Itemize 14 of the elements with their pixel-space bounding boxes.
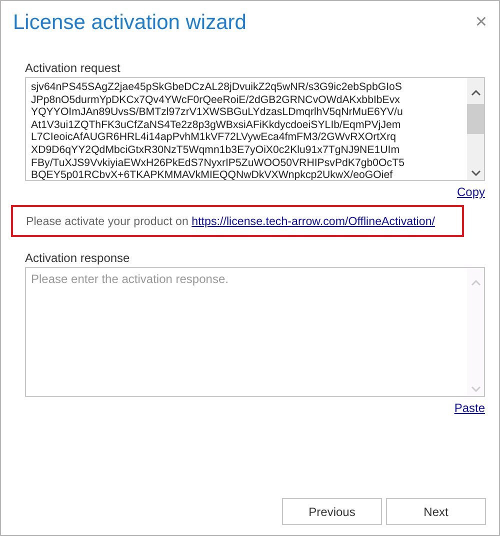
scroll-down-icon[interactable] [470,170,480,176]
paste-link[interactable]: Paste [454,401,485,415]
activation-link[interactable]: https://license.tech-arrow.com/OfflineActivation/ [192,214,436,228]
field-label: Activation request [25,61,120,75]
close-icon[interactable]: × [475,11,487,32]
request-field[interactable]: sjv64nPS45SAgZ2jae45pSkGbeDCzAL28jDvuikZ2q5wNR/s3G9ic2ebSpbGIoS JPp8nO5durmYpDKCx7Qv4YWcF0rQeeRoiE/2dGB2GRNCvOWdAKxbbIbEvx YQYYOImJAn89UvsS/BMTzl97zrV1XWSBGuLYdzasLDmqrlhV5qNrMuE6YV/u At1V3ui1ZQThFK3uCfZaNS4Te2z8p3gWBxsiAFiKkdycdoeiSYLIb/EqmPVjJem L7CIeoicAfAUGR6HRL4i14apPvhM1kVF72LVywEca4fmFM3/2GWvRXOrtXrq XD9D6qYY2QdMbciGtxR30NzT5Wqmn1b3E7yOiX0c2Klu91x7TgNJ9NE1UIm FBy/TuXJS9VvkiyiaEWxH26PkEdS7NyxrIP5ZuWOO50VRHIPsvPdK7gb0OcT5 BQEY5p01RCbvX+6TKAPKMMAVkMIEQQNwDkVXWnpkcp2UkwX/eoGOief [25,77,485,181]
copy-link[interactable]: Copy [456,185,485,199]
scrollbar-thumb[interactable] [467,104,484,134]
window-title: License activation wizard [13,11,246,35]
notice-text: Please activate your product on [26,214,190,228]
wizard-button[interactable]: Next [386,498,486,525]
wizard-button[interactable]: Previous [282,498,382,525]
field-label: Activation response [25,251,130,265]
scroll-up-icon[interactable] [470,90,480,96]
